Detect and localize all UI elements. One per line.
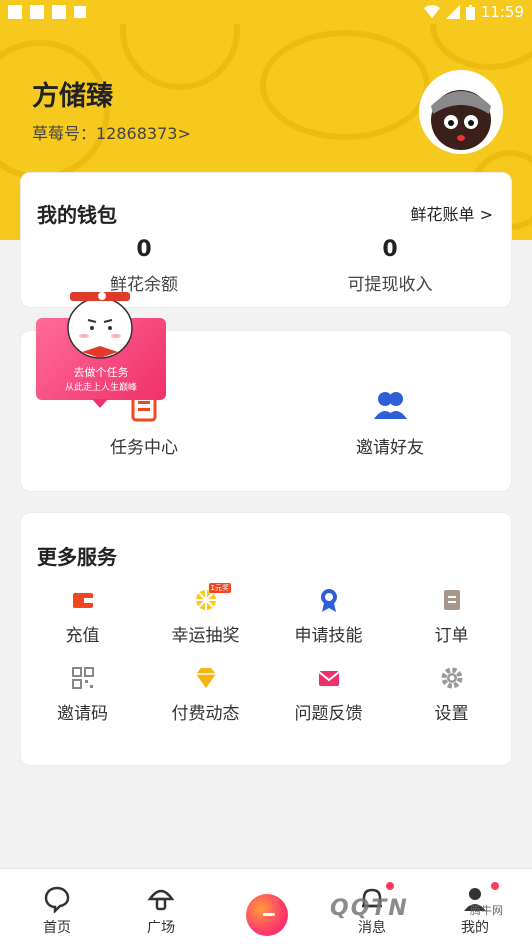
watermark-small: 腾牛网 — [470, 904, 503, 917]
wallet-title: 我的钱包 — [37, 203, 117, 227]
signal-icon — [445, 5, 460, 19]
notification-icon — [74, 6, 86, 18]
promo-line2: 从此走上人生巅峰 — [64, 383, 137, 393]
lottery-wheel-icon: 1元奖 — [193, 583, 231, 613]
avatar-icon — [419, 70, 503, 154]
receipt-icon — [439, 587, 465, 613]
promo-line1: 去做个任务 — [73, 366, 129, 379]
apply-skill-label: 申请技能 — [294, 626, 363, 646]
more-services-title: 更多服务 — [37, 545, 117, 569]
feedback-label: 问题反馈 — [294, 704, 363, 724]
settings-button[interactable]: 设置 — [390, 665, 513, 724]
recharge-label: 充值 — [65, 626, 100, 646]
user-id-link[interactable]: 草莓号：12868373> — [32, 120, 191, 144]
users-icon — [372, 387, 408, 423]
medal-icon — [316, 587, 342, 613]
nav-square-label: 广场 — [147, 920, 175, 936]
watermark: QQTN — [330, 896, 409, 921]
nav-square[interactable]: 广场 — [108, 885, 214, 937]
qrcode-icon — [70, 665, 96, 691]
notification-icon — [8, 5, 22, 19]
apply-skill-button[interactable]: 申请技能 — [267, 587, 390, 646]
avatar[interactable] — [419, 70, 503, 154]
notification-icon — [52, 5, 66, 19]
recharge-button[interactable]: 充值 — [21, 587, 144, 646]
status-bar: 11:59 — [0, 0, 532, 24]
status-time: 11:59 — [480, 3, 524, 21]
withdrawable-income-label: 可提现收入 — [347, 275, 433, 295]
invite-friends-button[interactable]: 邀请好友 — [267, 387, 513, 458]
task-center-label: 任务中心 — [110, 438, 178, 458]
orders-label: 订单 — [434, 626, 469, 646]
user-name: 方储臻 — [32, 81, 113, 112]
invite-code-label: 邀请码 — [57, 704, 108, 724]
nav-home[interactable]: 首页 — [4, 885, 110, 937]
chat-bubble-icon — [43, 885, 71, 915]
nav-mine-label: 我的 — [461, 920, 489, 936]
withdrawable-income[interactable]: 0 可提现收入 — [267, 237, 513, 295]
orders-button[interactable]: 订单 — [390, 587, 513, 646]
invite-friends-label: 邀请好友 — [356, 438, 424, 458]
promo-tail — [92, 399, 108, 408]
wallet-icon — [70, 587, 96, 613]
battery-icon — [465, 4, 475, 20]
paid-moments-label: 付费动态 — [171, 704, 240, 724]
gear-icon — [439, 665, 465, 691]
invite-code-button[interactable]: 邀请码 — [21, 665, 144, 724]
lucky-draw-button[interactable]: 1元奖 幸运抽奖 — [144, 583, 267, 646]
notification-icon — [30, 5, 44, 19]
diamond-icon — [193, 665, 219, 691]
more-services-card: 更多服务 充值 1元奖 幸运抽奖 申请技能 订单 邀请码 付费动态 问题反馈 设… — [20, 512, 512, 766]
mail-icon — [316, 665, 342, 691]
withdrawable-income-value: 0 — [382, 237, 398, 262]
flower-balance-value: 0 — [136, 237, 152, 262]
flower-bill-link[interactable]: 鲜花账单 > — [411, 201, 494, 225]
settings-label: 设置 — [434, 704, 469, 724]
wifi-icon — [423, 5, 440, 18]
create-button[interactable] — [246, 894, 288, 936]
messages-badge-dot — [386, 882, 394, 890]
lottery-badge: 1元奖 — [208, 583, 231, 593]
mascot-icon — [67, 292, 133, 359]
feedback-button[interactable]: 问题反馈 — [267, 665, 390, 724]
mushroom-icon — [147, 885, 175, 913]
mine-badge-dot — [491, 882, 499, 890]
paid-moments-button[interactable]: 付费动态 — [144, 665, 267, 724]
header-decoration — [260, 30, 430, 140]
lucky-draw-label: 幸运抽奖 — [171, 626, 240, 646]
nav-home-label: 首页 — [43, 920, 71, 936]
